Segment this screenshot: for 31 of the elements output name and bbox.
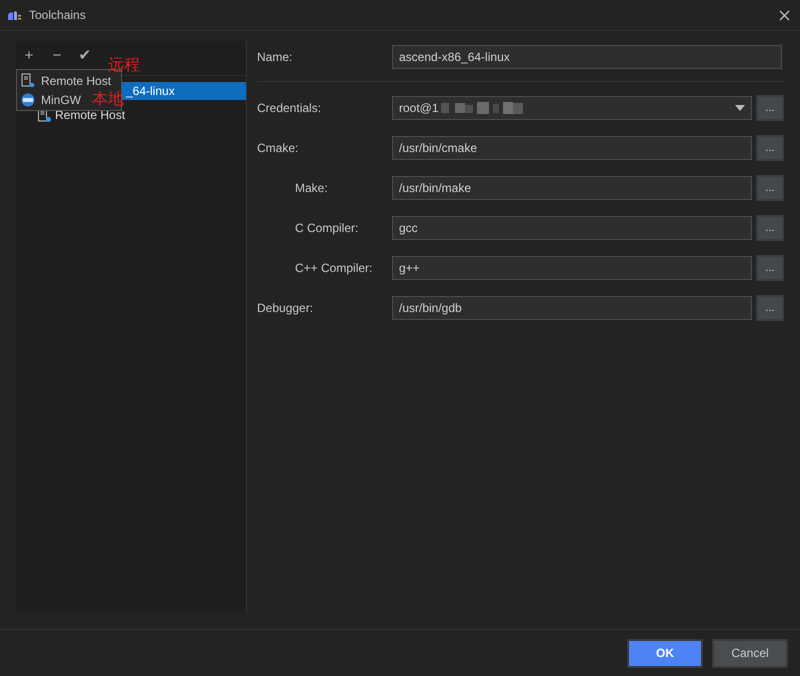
browse-button[interactable]: ...	[756, 175, 784, 201]
remote-host-icon	[21, 73, 35, 88]
field-label: Name:	[257, 50, 294, 64]
credentials-dropdown[interactable]: root@1	[392, 96, 752, 120]
path-field[interactable]: /usr/bin/gdb	[392, 296, 752, 320]
toolbar-button[interactable]: −	[50, 46, 64, 64]
field-label: Cmake:	[257, 141, 300, 155]
name-field[interactable]: ascend-x86_64-linux	[392, 45, 782, 69]
browse-button[interactable]: ...	[756, 215, 784, 241]
path-field[interactable]: /usr/bin/cmake	[392, 136, 752, 160]
path-field[interactable]: g++	[392, 256, 752, 280]
ok-button[interactable]: OK	[627, 638, 703, 668]
dropdown-arrow-icon	[735, 105, 745, 111]
field-label: Credentials:	[257, 101, 322, 115]
path-field[interactable]: gcc	[392, 216, 752, 240]
field-label: Debugger:	[257, 301, 314, 315]
browse-button[interactable]: ...	[756, 295, 784, 321]
field-label: Make:	[294, 181, 329, 195]
field-label: C Compiler:	[294, 221, 360, 235]
toolbar-button[interactable]: +	[22, 46, 36, 64]
path-field[interactable]: /usr/bin/make	[392, 176, 752, 200]
field-label: C++ Compiler:	[294, 261, 374, 275]
window-title: Toolchains	[29, 8, 86, 22]
app-logo-icon	[7, 9, 21, 21]
browse-button[interactable]: ...	[756, 135, 784, 161]
browse-button[interactable]: ...	[756, 255, 784, 281]
annotation-text: 远程	[108, 57, 140, 75]
browse-button[interactable]: ...	[756, 95, 784, 121]
toolbar-button[interactable]: ✔	[78, 46, 92, 64]
cancel-button[interactable]: Cancel	[712, 638, 788, 668]
close-icon[interactable]	[779, 10, 790, 20]
